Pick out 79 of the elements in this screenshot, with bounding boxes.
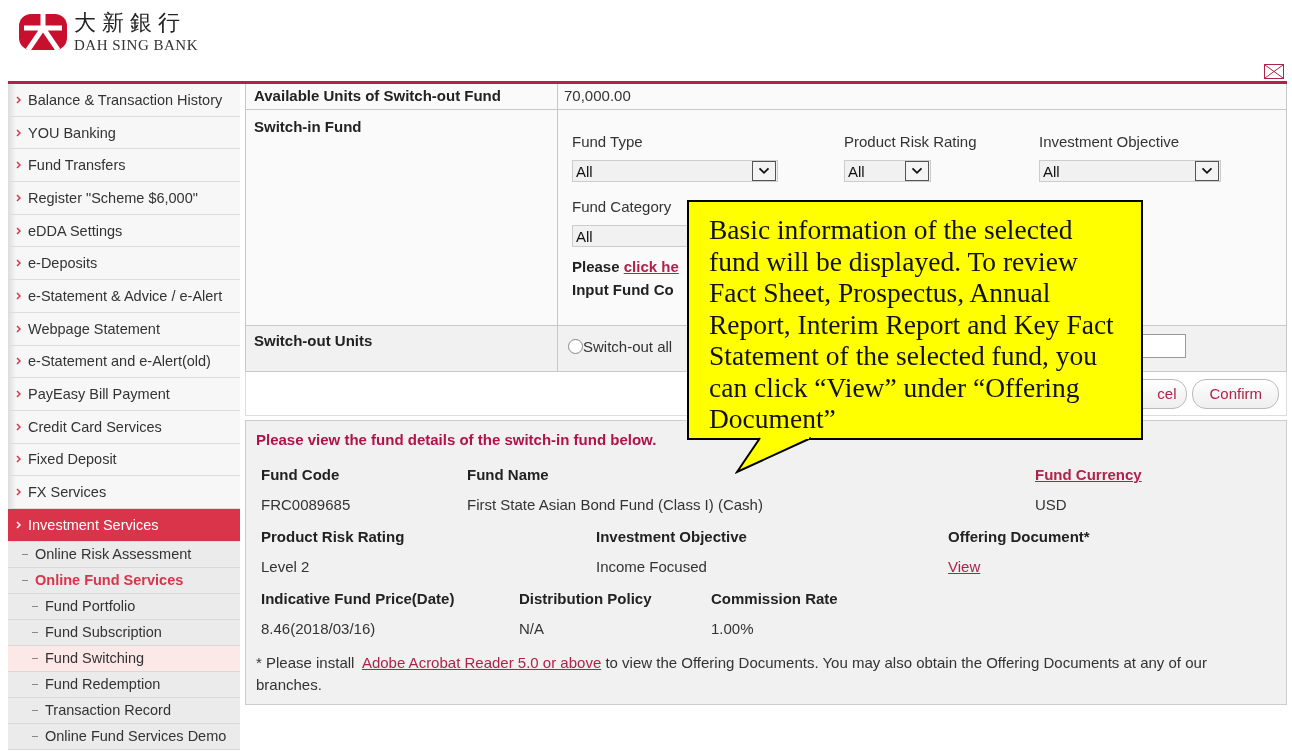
sidebar-item[interactable]: Investment Services — [8, 508, 240, 542]
fund-currency-link[interactable]: Fund Currency — [1035, 466, 1276, 483]
field-label: Available Units of Switch-out Fund — [246, 84, 558, 109]
adobe-reader-link[interactable]: Adobe Acrobat Reader 5.0 or above — [361, 654, 602, 671]
chevron-icon — [16, 357, 21, 366]
chevron-icon — [16, 455, 21, 464]
instruction-text: Please click he — [572, 257, 679, 277]
bank-logo-icon — [18, 12, 68, 52]
sidebar-item[interactable]: FX Services — [8, 476, 240, 509]
filter-label: Fund Category — [572, 198, 673, 215]
note-text: * Please install Adobe Acrobat Reader 5.0 or above to view the Offering Documents. You may also obtain the Offering Documents at any of our branches. — [256, 653, 1208, 695]
sidebar-item[interactable]: Fund Transfers — [8, 149, 240, 183]
close-icon[interactable] — [1264, 64, 1284, 79]
sidebar-item[interactable]: Online Risk Assessment — [8, 541, 240, 568]
filter-label: Investment Objective — [1039, 133, 1181, 150]
detail-label: Investment Objective — [596, 528, 748, 545]
sidebar-item[interactable]: Fund Switching — [8, 645, 240, 672]
chevron-icon — [16, 488, 21, 497]
chevron-icon — [16, 390, 21, 399]
sidebar-item[interactable]: Balance & Transaction History — [8, 84, 240, 117]
filter-label: Product Risk Rating — [844, 133, 978, 150]
callout-tooltip: Basic information of the selected fund will be displayed. To review Fact Sheet, Prospectus, Annual Report, Interim Report and Key Fact Statement of the selected fund, you can click “View” under “Offering Document” — [687, 200, 1143, 440]
detail-value: 1.00% — [711, 620, 755, 637]
detail-label: Commission Rate — [711, 590, 839, 607]
sidebar-item[interactable]: Fund Portfolio — [8, 593, 240, 620]
detail-value: Level 2 — [261, 558, 311, 575]
confirm-button[interactable]: Confirm — [1192, 378, 1279, 409]
chevron-icon — [16, 291, 21, 300]
sidebar-item[interactable]: e-Statement and e-Alert(old) — [8, 345, 240, 379]
detail-label: Offering Document* — [948, 528, 1091, 545]
dropdown-field[interactable]: All — [572, 160, 778, 182]
detail-value: FRC0089685 — [261, 496, 352, 513]
radio-button[interactable] — [568, 338, 583, 354]
click-here-link[interactable]: click he — [623, 258, 679, 275]
input-fund-code-label: Input Fund Co — [572, 280, 674, 300]
chevron-icon — [16, 128, 21, 137]
sidebar-item[interactable]: e-Statement & Advice / e-Alert — [8, 280, 240, 313]
sidebar-item[interactable]: Fixed Deposit — [8, 443, 240, 477]
detail-label: Indicative Fund Price(Date) — [261, 590, 456, 607]
chevron-icon — [16, 520, 21, 529]
detail-value: Income Focused — [596, 558, 708, 575]
sidebar-item[interactable]: YOU Banking — [8, 116, 240, 150]
available-units-value: 70,000.00 — [564, 87, 632, 104]
field-label: Switch-out Units — [246, 326, 558, 371]
detail-value: USD — [1035, 496, 1068, 513]
chevron-icon — [16, 324, 21, 333]
chevron-icon — [16, 226, 21, 235]
detail-label: Distribution Policy — [519, 590, 653, 607]
view-link[interactable]: View — [948, 558, 981, 575]
radio-label: Switch-out all — [583, 337, 673, 355]
sidebar-item[interactable]: Fund Subscription — [8, 619, 240, 646]
sidebar-item[interactable]: Online Fund Services — [8, 567, 240, 594]
dropdown-field[interactable]: All — [1039, 160, 1221, 182]
sidebar-item[interactable]: Online Fund Services Demo — [8, 723, 240, 750]
bank-name-chinese: 大新銀行 — [74, 10, 187, 36]
detail-label: Fund Code — [261, 466, 341, 483]
bank-name-english: DAH SING BANK — [74, 36, 198, 54]
chevron-icon — [16, 422, 21, 431]
sidebar-item[interactable]: Transaction Record — [8, 697, 240, 724]
details-heading: Please view the fund details of the switch-in fund below. — [256, 431, 658, 448]
sidebar-item[interactable]: PayEasy Bill Payment — [8, 378, 240, 411]
detail-label: Fund Name — [467, 466, 550, 483]
chevron-icon — [16, 161, 21, 170]
sidebar-item[interactable]: eDDA Settings — [8, 214, 240, 248]
sidebar-item[interactable]: Fund Redemption — [8, 671, 240, 698]
chevron-icon — [16, 259, 21, 268]
sidebar-item[interactable]: Credit Card Services — [8, 410, 240, 444]
detail-label: Product Risk Rating — [261, 528, 406, 545]
field-label: Switch-in Fund — [246, 110, 558, 325]
dropdown-field[interactable]: All — [844, 160, 931, 182]
detail-value: N/A — [519, 620, 545, 637]
detail-value: First State Asian Bond Fund (Class I) (Cash) — [467, 496, 764, 513]
sidebar-item[interactable]: e-Deposits — [8, 247, 240, 281]
chevron-icon — [16, 95, 21, 104]
sidebar-item[interactable]: Register "Scheme $6,000" — [8, 182, 240, 215]
chevron-icon — [16, 193, 21, 202]
sidebar-item[interactable]: Webpage Statement — [8, 312, 240, 346]
filter-label: Fund Type — [572, 133, 644, 150]
detail-value: 8.46(2018/03/16) — [261, 620, 377, 637]
